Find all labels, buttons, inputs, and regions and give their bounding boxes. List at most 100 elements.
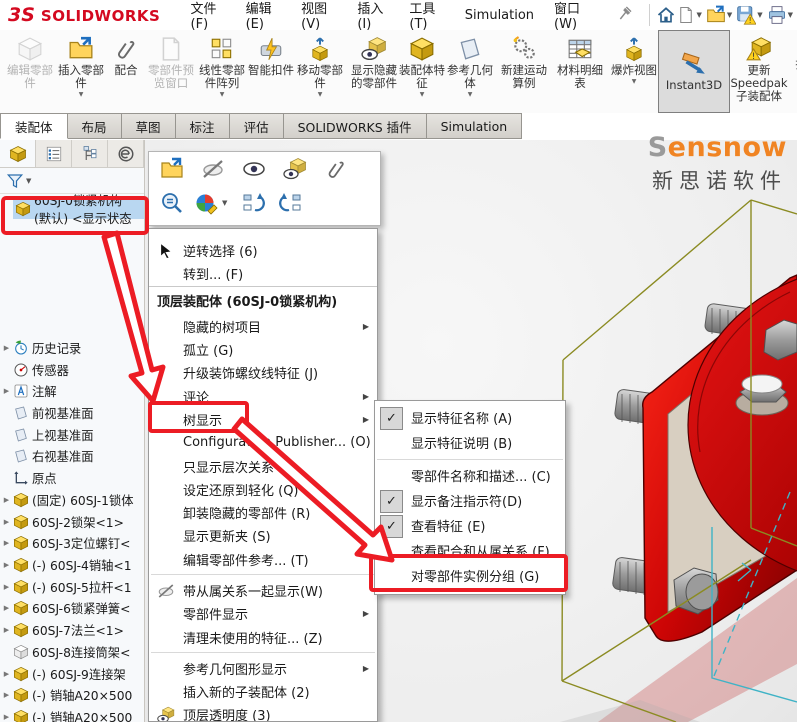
assembly-features-button[interactable]: 装配体特征▼ (398, 30, 446, 113)
menu-item-set-resolved-to-lightweight[interactable]: 设定还原到轻化 (Q) (149, 478, 377, 501)
submenu-item-component-names-descriptions[interactable]: 零部件名称和描述... (C) (375, 463, 565, 488)
new-document-caret-icon[interactable]: ▼ (696, 11, 701, 19)
expander-icon[interactable]: ▶ (0, 539, 13, 547)
open-in-context-icon[interactable] (159, 156, 185, 182)
linear-component-pattern-button[interactable]: 线性零部件阵列▼ (196, 30, 248, 113)
menu-item-isolate[interactable]: 孤立 (G) (149, 338, 377, 361)
menu-item-upgrade-cosmetic-threads[interactable]: 升级装饰螺纹线特征 (J) (149, 361, 377, 384)
tree-item-component-hidden[interactable]: 60SJ-8连接筒架< (0, 641, 144, 663)
tree-item-origin[interactable]: 原点 (0, 467, 144, 489)
bill-of-materials-button[interactable]: 材料明细表 (554, 30, 606, 113)
update-speedpak-button[interactable]: 更新 Speedpak 子装配体 (730, 30, 788, 113)
tree-item-sensors[interactable]: 传感器 (0, 359, 144, 381)
submenu-item-view-features[interactable]: ✓ 查看特征 (E) (375, 513, 565, 538)
appearance-icon[interactable] (193, 190, 219, 216)
tree-item-annotations[interactable]: ▶注解 (0, 380, 144, 402)
tab-solidworks-addins[interactable]: SOLIDWORKS 插件 (284, 113, 427, 139)
menu-item-component-display[interactable]: 零部件显示▶ (149, 602, 377, 625)
dropdown-caret-icon[interactable]: ▼ (468, 92, 473, 99)
tree-root-item[interactable]: 60SJ-0锁紧机构 (默认) <显示状态 (0, 196, 144, 221)
tab-evaluate[interactable]: 评估 (230, 113, 284, 139)
move-component-button[interactable]: 移动零部件▼ (294, 30, 346, 113)
expander-icon[interactable]: ▶ (0, 344, 13, 352)
dropdown-caret-icon[interactable]: ▼ (220, 92, 225, 99)
show-with-dependents-icon[interactable] (282, 156, 308, 182)
submenu-item-show-feature-descriptions[interactable]: 显示特征说明 (B) (375, 430, 565, 455)
menu-item-reference-geometry-display[interactable]: 参考几何图形显示▶ (149, 657, 377, 680)
save-icon[interactable] (736, 4, 756, 26)
tree-item-top-plane[interactable]: 上视基准面 (0, 424, 144, 446)
open-caret-icon[interactable]: ▼ (727, 11, 732, 19)
print-caret-icon[interactable]: ▼ (788, 11, 793, 19)
dropdown-caret-icon[interactable]: ▼ (420, 92, 425, 99)
submenu-item-group-component-instances[interactable]: 对零部件实例分组 (G) (375, 563, 565, 588)
tab-layout[interactable]: 布局 (68, 113, 122, 139)
tree-item-component[interactable]: ▶(-) 60SJ-4销轴<1 (0, 554, 144, 576)
expander-icon[interactable]: ▶ (0, 561, 13, 569)
expander-icon[interactable]: ▶ (0, 626, 13, 634)
appearance-caret-icon[interactable]: ▼ (222, 199, 227, 207)
show-icon[interactable] (241, 156, 267, 182)
save-caret-icon[interactable]: ▼ (757, 11, 762, 19)
menu-item-show-update-holders[interactable]: 显示更新夹 (S) (149, 524, 377, 547)
expander-icon[interactable]: ▶ (0, 496, 13, 504)
hide-icon[interactable] (200, 156, 226, 182)
dimxpert-tab[interactable] (108, 140, 144, 167)
tab-sketch[interactable]: 草图 (122, 113, 176, 139)
configurationmanager-tab[interactable] (72, 140, 108, 167)
reference-geometry-button[interactable]: 参考几何体▼ (446, 30, 494, 113)
expander-icon[interactable]: ▶ (0, 387, 13, 395)
instant3d-button[interactable]: Instant3D (658, 30, 730, 113)
home-icon[interactable] (656, 4, 676, 26)
featuremanager-tab[interactable] (0, 140, 36, 167)
filter-caret-icon[interactable]: ▼ (26, 177, 31, 185)
new-document-icon[interactable] (676, 4, 695, 26)
expander-icon[interactable]: ▶ (0, 518, 13, 526)
filter-funnel-icon[interactable] (6, 172, 24, 190)
submenu-item-view-mates-dependencies[interactable]: 查看配合和从属关系 (F) (375, 538, 565, 563)
clipped-ribbon-button[interactable]: 排 (792, 30, 797, 113)
expander-icon[interactable]: ▶ (0, 604, 13, 612)
menu-item-tree-display[interactable]: 树显示▶ (149, 408, 377, 431)
menu-item-go-to[interactable]: 转到... (F) (149, 262, 377, 285)
menu-item-comment[interactable]: 评论▶ (149, 384, 377, 407)
zoom-to-selection-icon[interactable] (159, 190, 185, 216)
tree-item-front-plane[interactable]: 前视基准面 (0, 402, 144, 424)
edit-component-button[interactable]: 编辑零部件 (4, 30, 56, 113)
submenu-item-show-comment-indicators[interactable]: ✓ 显示备注指示符(D) (375, 488, 565, 513)
menu-item-hidden-tree-items[interactable]: 隐藏的树项目▶ (149, 315, 377, 338)
tree-item-component[interactable]: ▶60SJ-2锁架<1> (0, 511, 144, 533)
menu-item-show-with-dependents[interactable]: 带从属关系一起显示(W) (149, 579, 377, 602)
menu-simulation[interactable]: Simulation (455, 4, 544, 27)
expander-icon[interactable]: ▶ (0, 713, 13, 721)
set-resolved-icon[interactable] (277, 190, 303, 216)
tab-simulation[interactable]: Simulation (427, 113, 523, 139)
tree-item-component[interactable]: ▶60SJ-7法兰<1> (0, 619, 144, 641)
set-lightweight-icon[interactable] (241, 190, 267, 216)
expander-icon[interactable]: ▶ (0, 583, 13, 591)
menu-item-configuration-publisher[interactable]: Configuration Publisher... (O) (149, 431, 377, 454)
menu-item-unload-hidden-components[interactable]: 卸装隐藏的零部件 (R) (149, 501, 377, 524)
print-icon[interactable] (767, 4, 787, 26)
tree-item-component[interactable]: ▶(-) 销轴A20×500 (0, 685, 144, 707)
insert-components-button[interactable]: 插入零部件▼ (56, 30, 106, 113)
tree-item-component[interactable]: ▶(-) 销轴A20×500 (0, 706, 144, 722)
dropdown-caret-icon[interactable]: ▼ (632, 79, 637, 86)
tree-item-component[interactable]: ▶60SJ-6锁紧弹簧< (0, 598, 144, 620)
menu-item-edit-component-references[interactable]: 编辑零部件参考... (T) (149, 548, 377, 571)
tree-item-component[interactable]: ▶(固定) 60SJ-1锁体 (0, 489, 144, 511)
expander-icon[interactable]: ▶ (0, 670, 13, 678)
new-motion-study-button[interactable]: 新建运动算例 (498, 30, 550, 113)
menu-item-show-hierarchy-only[interactable]: 只显示层次关系 (P) (149, 454, 377, 477)
menu-item-insert-new-subassembly[interactable]: 插入新的子装配体 (2) (149, 680, 377, 703)
pin-menubar-icon[interactable] (617, 5, 633, 25)
tree-item-component[interactable]: ▶(-) 60SJ-5拉杆<1 (0, 576, 144, 598)
tab-markup[interactable]: 标注 (176, 113, 230, 139)
expander-icon[interactable]: ▶ (0, 691, 13, 699)
propertymanager-tab[interactable] (36, 140, 72, 167)
open-icon[interactable] (706, 4, 726, 26)
tab-assembly[interactable]: 装配体 (0, 113, 68, 139)
show-hidden-components-button[interactable]: 显示隐藏的零部件 (350, 30, 398, 113)
mate-button[interactable]: 配合 (106, 30, 146, 113)
tree-item-component[interactable]: ▶(-) 60SJ-9连接架 (0, 663, 144, 685)
